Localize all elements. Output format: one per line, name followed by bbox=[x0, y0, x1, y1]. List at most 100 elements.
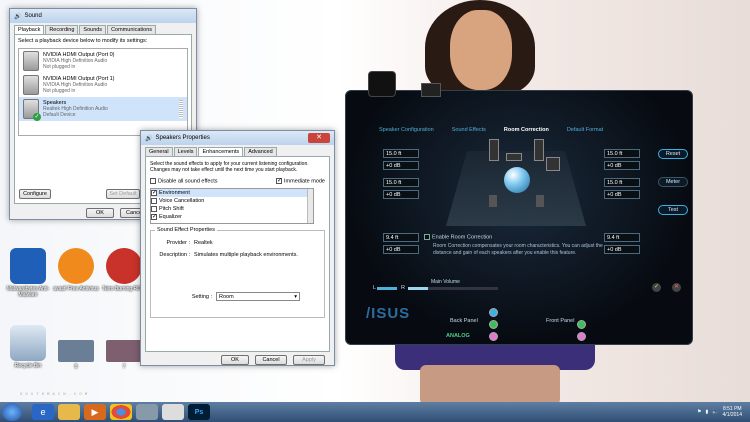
cancel-button[interactable]: Cancel bbox=[255, 355, 287, 365]
meter-button[interactable]: Meter bbox=[658, 177, 688, 187]
file-explorer-icon[interactable] bbox=[58, 404, 80, 420]
start-button[interactable] bbox=[2, 403, 22, 421]
sound-tabs: Playback Recording Sounds Communications bbox=[10, 23, 196, 34]
effect-checkbox[interactable] bbox=[151, 198, 157, 204]
folder-thumbnail-icon bbox=[106, 340, 142, 362]
tab-speaker-configuration[interactable]: Speaker Configuration bbox=[379, 127, 434, 133]
reset-button[interactable]: Reset bbox=[658, 149, 688, 159]
tab-playback[interactable]: Playback bbox=[14, 25, 45, 34]
main-volume-slider[interactable] bbox=[408, 287, 498, 290]
device-speakers[interactable]: ✓ Speakers Realtek High Definition Audio… bbox=[19, 97, 187, 121]
properties-titlebar[interactable]: 🔊 Speakers Properties ✕ bbox=[141, 131, 334, 145]
front-right-gain[interactable]: +0 dB bbox=[604, 161, 640, 170]
clock[interactable]: 8:51 PM 4/1/2014 bbox=[723, 406, 742, 418]
enable-checkbox[interactable] bbox=[424, 234, 430, 240]
ok-button[interactable]: OK bbox=[86, 208, 114, 218]
room-correction-note: Room Correction compensates your room ch… bbox=[433, 243, 603, 256]
mute-icon[interactable]: ✕ bbox=[672, 283, 681, 292]
tab-sounds[interactable]: Sounds bbox=[79, 25, 107, 34]
front-right-speaker-icon bbox=[534, 139, 544, 161]
front-headphone-jack-icon[interactable] bbox=[577, 320, 586, 329]
effect-item[interactable]: ✓ Equalizer bbox=[151, 213, 313, 221]
apply-check-icon[interactable]: ✓ bbox=[652, 283, 661, 292]
mic-jack-icon[interactable] bbox=[489, 332, 498, 341]
main-volume-fill bbox=[408, 287, 428, 290]
effect-options: Disable all sound effects ✓ Immediate mod… bbox=[150, 178, 325, 184]
close-icon[interactable]: ✕ bbox=[308, 133, 330, 143]
disable-all-checkbox[interactable] bbox=[150, 178, 156, 184]
tab-advanced[interactable]: Advanced bbox=[244, 147, 277, 156]
side-left-gain[interactable]: +0 dB bbox=[383, 190, 419, 199]
configure-button[interactable]: Configure bbox=[19, 189, 51, 199]
tray-volume-icon[interactable]: 🔈 bbox=[712, 409, 718, 415]
internet-explorer-icon[interactable]: e bbox=[32, 404, 54, 420]
speaker-device-icon bbox=[23, 51, 39, 71]
front-mic-jack-icon[interactable] bbox=[577, 332, 586, 341]
effect-item[interactable]: ✓ Environment bbox=[151, 189, 313, 198]
wallpaper-watermark: SOUTHMAIN.COM bbox=[20, 393, 91, 397]
tab-recording[interactable]: Recording bbox=[45, 25, 79, 34]
default-check-icon: ✓ bbox=[33, 113, 41, 121]
disable-all-option[interactable]: Disable all sound effects bbox=[150, 178, 218, 184]
rear-right-gain[interactable]: +0 dB bbox=[604, 245, 640, 254]
device-thumbnail-icon[interactable] bbox=[421, 83, 441, 97]
effect-item[interactable]: Pitch Shift bbox=[151, 205, 313, 213]
line-out-jack-icon[interactable] bbox=[489, 320, 498, 329]
desktop-icon-malwarebytes[interactable]: Malwarebytes Anti-Malware bbox=[2, 248, 54, 298]
apply-button[interactable]: Apply bbox=[293, 355, 325, 365]
tray-network-icon[interactable]: ▮ bbox=[706, 409, 709, 415]
speaker-device-icon[interactable] bbox=[368, 71, 396, 97]
setting-select[interactable]: Room ▾ bbox=[216, 292, 300, 302]
taskbar: e ▶ Ps ⚑ ▮ 🔈 8:51 PM 4/1/2014 bbox=[0, 402, 750, 422]
rear-right-distance[interactable]: 9.4 ft bbox=[604, 233, 640, 242]
tab-enhancements[interactable]: Enhancements bbox=[198, 147, 244, 156]
device-hdmi-1[interactable]: NVIDIA HDMI Output (Port 1) NVIDIA High … bbox=[19, 73, 187, 97]
desktop-icon-folder-5[interactable]: 5 bbox=[50, 340, 102, 370]
ok-button[interactable]: OK bbox=[221, 355, 249, 365]
tab-room-correction[interactable]: Room Correction bbox=[504, 127, 549, 133]
tab-sound-effects[interactable]: Sound Effects bbox=[452, 127, 486, 133]
device-hdmi-0[interactable]: NVIDIA HDMI Output (Port 0) NVIDIA High … bbox=[19, 49, 187, 73]
listener-sphere-icon[interactable] bbox=[504, 167, 530, 193]
main-volume-label: Main Volume bbox=[431, 279, 460, 285]
tray-flag-icon[interactable]: ⚑ bbox=[697, 409, 701, 415]
line-in-jack-icon[interactable] bbox=[489, 308, 498, 317]
immediate-mode-option[interactable]: ✓ Immediate mode bbox=[276, 178, 325, 184]
set-default-button[interactable]: Set Default bbox=[106, 189, 140, 199]
front-right-distance[interactable]: 15.0 ft bbox=[604, 149, 640, 158]
effect-item[interactable]: Voice Cancellation bbox=[151, 197, 313, 205]
front-left-gain[interactable]: +0 dB bbox=[383, 161, 419, 170]
test-button[interactable]: Test bbox=[658, 205, 688, 215]
front-left-distance[interactable]: 15.0 ft bbox=[383, 149, 419, 158]
side-left-distance[interactable]: 15.0 ft bbox=[383, 178, 419, 187]
rear-left-distance[interactable]: 9.4 ft bbox=[383, 233, 419, 242]
effect-checkbox[interactable]: ✓ bbox=[151, 190, 157, 196]
balance-slider[interactable] bbox=[377, 287, 397, 290]
tab-general[interactable]: General bbox=[145, 147, 173, 156]
sound-titlebar[interactable]: 🔊 Sound bbox=[10, 9, 196, 23]
provider-value: Realtek bbox=[194, 240, 213, 247]
effects-scrollbar[interactable] bbox=[307, 189, 313, 224]
rear-left-gain[interactable]: +0 dB bbox=[383, 245, 419, 254]
speaker-title-icon: 🔊 bbox=[14, 13, 22, 20]
provider-label: Provider : bbox=[166, 240, 190, 247]
side-right-distance[interactable]: 15.0 ft bbox=[604, 178, 640, 187]
folder-thumbnail-icon bbox=[58, 340, 94, 362]
immediate-mode-checkbox[interactable]: ✓ bbox=[276, 178, 282, 184]
desktop-icon-avast[interactable]: avast! Free Antivirus bbox=[50, 248, 102, 292]
tab-communications[interactable]: Communications bbox=[107, 25, 157, 34]
enable-room-correction[interactable]: Enable Room Correction bbox=[424, 234, 492, 240]
photoshop-icon[interactable]: Ps bbox=[188, 404, 210, 420]
effect-checkbox[interactable]: ✓ bbox=[151, 214, 157, 220]
effect-checkbox[interactable] bbox=[151, 206, 157, 212]
tab-default-format[interactable]: Default Format bbox=[567, 127, 603, 133]
tab-levels[interactable]: Levels bbox=[173, 147, 198, 156]
right-channel-label: R bbox=[401, 285, 405, 291]
playback-instructions: Select a playback device below to modify… bbox=[18, 38, 148, 44]
disc-icon[interactable] bbox=[136, 404, 158, 420]
media-player-icon[interactable]: ▶ bbox=[84, 404, 106, 420]
desktop-icon-recycle-bin[interactable]: Recycle Bin bbox=[2, 325, 54, 369]
figure-app-icon[interactable] bbox=[162, 404, 184, 420]
chrome-icon[interactable] bbox=[110, 404, 132, 420]
side-right-gain[interactable]: +0 dB bbox=[604, 190, 640, 199]
